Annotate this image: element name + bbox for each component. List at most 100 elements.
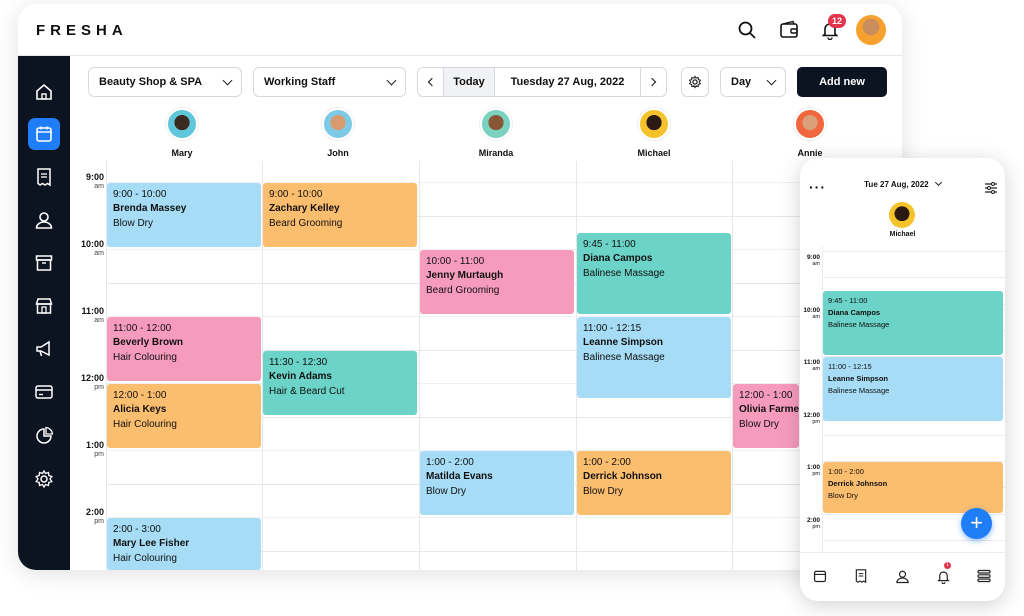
mobile-time-period: am <box>812 313 820 320</box>
staff-column-header[interactable]: Miranda <box>466 108 526 158</box>
time-period: pm <box>94 384 104 391</box>
wallet-icon[interactable] <box>777 18 801 42</box>
appointment-card[interactable]: 9:00 - 10:00 Brenda Massey Blow Dry <box>107 183 261 247</box>
view-dropdown[interactable]: Day <box>720 67 786 97</box>
today-button[interactable]: Today <box>444 68 495 96</box>
mobile-appointment-time: 11:00 - 12:15 <box>828 362 872 371</box>
appointment-card[interactable]: 9:00 - 10:00 Zachary Kelley Beard Grooming <box>263 183 417 247</box>
home-icon[interactable] <box>28 76 60 108</box>
appointment-client: Diana Campos <box>583 253 653 265</box>
view-label: Day <box>731 76 752 88</box>
appointment-time: 10:00 - 11:00 <box>426 256 485 267</box>
user-icon[interactable] <box>893 567 911 585</box>
mobile-appointment-card[interactable]: 1:00 - 2:00 Derrick Johnson Blow Dry <box>823 462 1003 513</box>
search-icon[interactable] <box>735 18 759 42</box>
staff-column-header[interactable]: Annie <box>780 108 840 158</box>
mobile-time-label: 9:00 am <box>802 254 820 268</box>
mobile-add-button[interactable]: + <box>961 508 992 539</box>
staff-filter-dropdown[interactable]: Working Staff <box>253 67 406 97</box>
menu-icon[interactable] <box>975 567 993 585</box>
appointment-card[interactable]: 2:00 - 3:00 Mary Lee Fisher Hair Colouring <box>107 518 261 570</box>
current-date[interactable]: Tuesday 27 Aug, 2022 <box>495 76 640 88</box>
appointment-card[interactable]: 12:00 - 1:00 Alicia Keys Hair Colouring <box>107 384 261 448</box>
appointment-client: Leanne Simpson <box>583 337 664 348</box>
appointment-card[interactable]: 11:00 - 12:15 Leanne Simpson Balinese Mass… <box>577 317 731 398</box>
staff-name: Michael <box>637 148 671 158</box>
desktop-app-window: FRESHA 12 Beauty Shop & SPA Working Staf… <box>18 4 902 570</box>
location-dropdown[interactable]: Beauty Shop & SPA <box>88 67 242 97</box>
chevron-left-icon <box>427 77 437 87</box>
appointment-service: Hair Colouring <box>113 352 177 363</box>
time-period: am <box>94 250 104 257</box>
staff-column-header[interactable]: Mary <box>152 108 212 158</box>
appointment-service: Blow Dry <box>739 419 780 430</box>
appointment-service: Blow Dry <box>426 486 467 497</box>
top-bar: FRESHA 12 <box>18 4 902 56</box>
mobile-grid-line <box>822 251 1005 252</box>
bell-icon[interactable]: 1 <box>934 562 952 585</box>
appointment-client: Zachary Kelley <box>269 203 340 214</box>
staff-avatar <box>794 108 826 140</box>
mobile-appointment-service: Balinese Massage <box>828 386 890 395</box>
chevron-down-icon <box>934 178 942 187</box>
mobile-appointment-card[interactable]: 9:45 - 11:00 Diana Campos Balinese Massage <box>823 291 1003 355</box>
mobile-appointment-client: Diana Campos <box>828 308 881 318</box>
staff-column-header[interactable]: John <box>308 108 368 158</box>
calendar-grid[interactable]: 9:00 - 10:00 Brenda Massey Blow Dry 9:00 - … <box>106 161 902 570</box>
calendar-settings-button[interactable] <box>681 67 709 97</box>
appointment-card[interactable]: 11:00 - 12:00 Beverly Brown Hair Colouring <box>107 317 261 381</box>
user-avatar[interactable] <box>856 15 886 45</box>
notification-badge: 12 <box>828 14 847 28</box>
staff-name: Annie <box>797 148 823 158</box>
date-navigator: Today Tuesday 27 Aug, 2022 <box>417 67 667 97</box>
staff-avatar <box>322 108 354 140</box>
prev-day-button[interactable] <box>418 68 444 96</box>
calendar-icon[interactable] <box>811 567 829 585</box>
archive-icon[interactable] <box>28 247 60 279</box>
appointment-time: 9:45 - 11:00 <box>583 239 636 251</box>
pie-chart-icon[interactable] <box>28 420 60 452</box>
time-label: 10:00 am <box>70 239 104 259</box>
appointment-card[interactable]: 1:00 - 2:00 Matilda Evans Blow Dry <box>420 451 574 515</box>
mobile-grid-line <box>822 434 1005 436</box>
appointment-client: Mary Lee Fisher <box>113 538 190 549</box>
appointment-time: 2:00 - 3:00 <box>113 524 161 535</box>
mobile-time-period: pm <box>812 523 820 530</box>
staff-column-header[interactable]: Michael <box>624 108 684 158</box>
appointment-client: Derrick Johnson <box>583 471 662 482</box>
filter-icon[interactable] <box>985 181 997 199</box>
appointment-card[interactable]: 1:00 - 2:00 Derrick Johnson Blow Dry <box>577 451 731 515</box>
appointment-service: Beard Grooming <box>426 285 500 296</box>
time-label: 12:00 pm <box>70 373 104 393</box>
card-icon[interactable] <box>28 376 60 408</box>
calendar-icon[interactable] <box>28 118 60 150</box>
mobile-date-selector[interactable]: Tue 27 Aug, 2022 <box>800 178 1005 189</box>
appointment-time: 11:00 - 12:15 <box>583 323 642 334</box>
mobile-appointment-card[interactable]: 11:00 - 12:15 Leanne Simpson Balinese Mass… <box>823 357 1003 421</box>
appointment-time: 11:30 - 12:30 <box>269 356 328 368</box>
megaphone-icon[interactable] <box>28 333 60 365</box>
user-icon[interactable] <box>28 204 60 236</box>
mobile-time-label: 12:00 pm <box>803 411 820 425</box>
mobile-appointment-service: Balinese Massage <box>828 320 890 330</box>
mobile-date-label: Tue 27 Aug, 2022 <box>864 180 929 189</box>
mobile-notification-badge: 1 <box>944 562 951 569</box>
appointment-card[interactable]: 12:00 - 1:00 Olivia Farmer Blow Dry <box>733 384 799 448</box>
receipt-icon[interactable] <box>852 567 870 585</box>
appointment-card[interactable]: 11:30 - 12:30 Kevin Adams Hair & Beard Cut <box>263 350 417 415</box>
appointment-client: Kevin Adams <box>269 370 332 382</box>
mobile-staff-avatar[interactable] <box>889 202 915 228</box>
store-icon[interactable] <box>28 290 60 322</box>
mobile-appointment-service: Blow Dry <box>828 491 859 500</box>
fresha-logo[interactable]: FRESHA <box>36 22 128 39</box>
appointment-service: Hair Colouring <box>113 553 177 564</box>
next-day-button[interactable] <box>640 68 666 96</box>
appointment-card[interactable]: 10:00 - 11:00 Jenny Murtaugh Beard Groomin… <box>420 250 574 314</box>
receipt-icon[interactable] <box>28 161 60 193</box>
appointment-card[interactable]: 9:45 - 11:00 Diana Campos Balinese Massage <box>577 233 731 314</box>
add-new-button[interactable]: Add new <box>797 67 887 97</box>
appointment-client: Matilda Evans <box>426 471 493 482</box>
settings-icon[interactable] <box>28 463 60 495</box>
appointment-time: 9:00 - 10:00 <box>113 189 167 200</box>
mobile-app-mockup: ··· Tue 27 Aug, 2022 Michael 9:00 am 10:00… <box>800 158 1005 601</box>
